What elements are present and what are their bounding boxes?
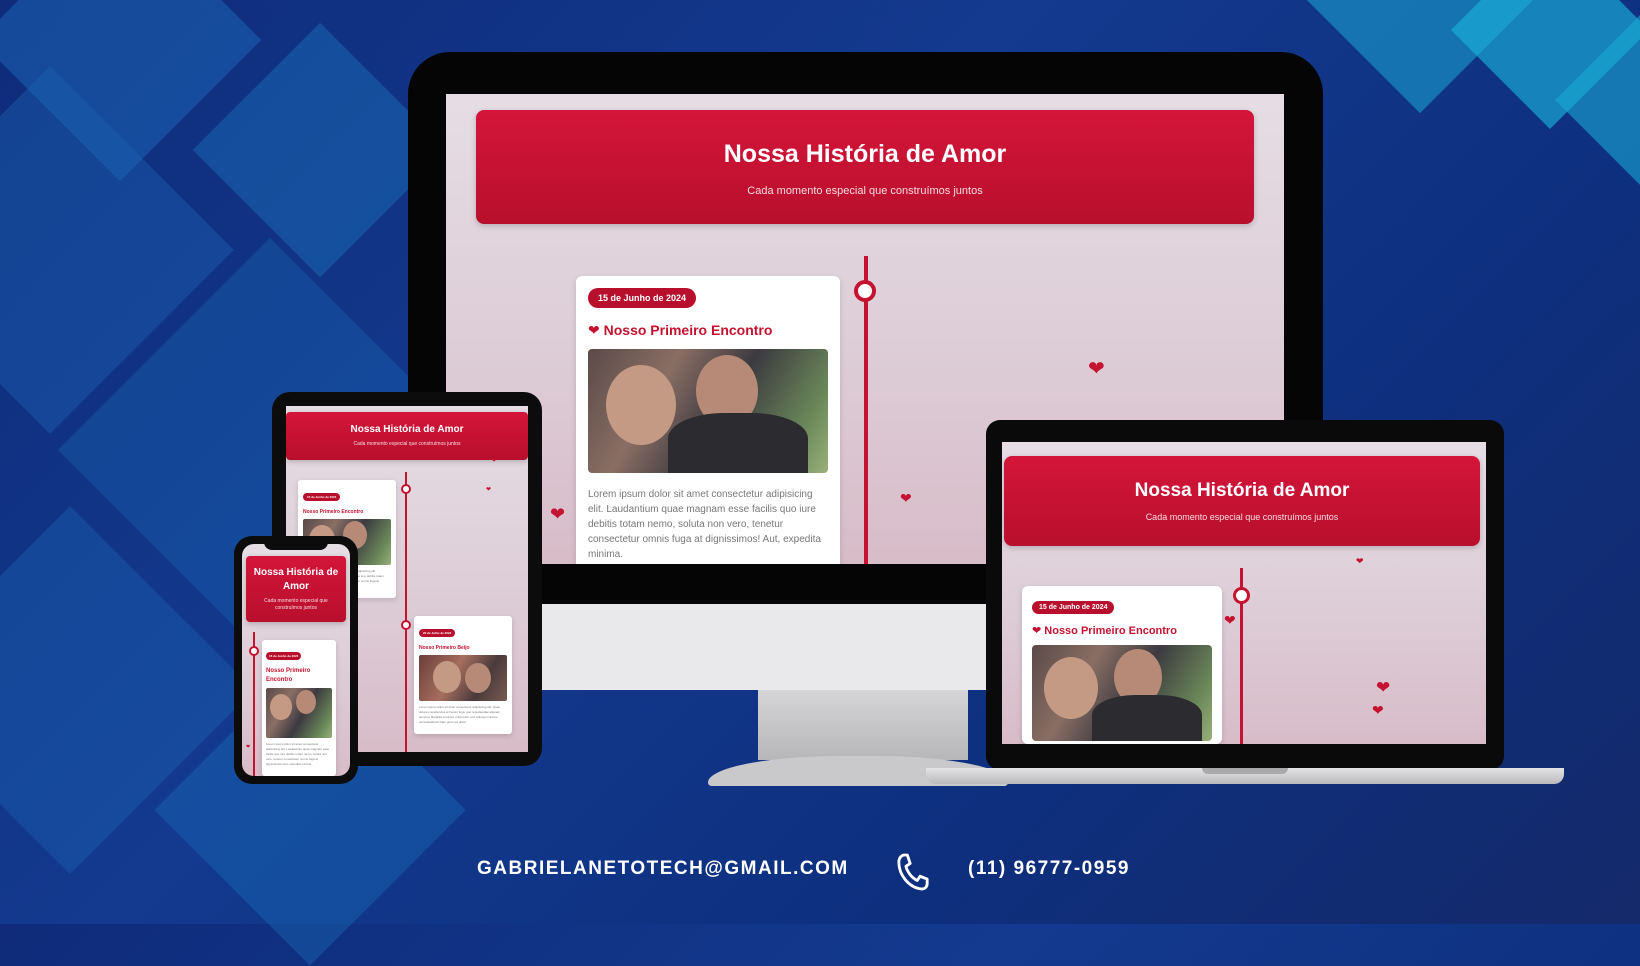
card-title: Nosso Primeiro Encontro <box>266 668 311 683</box>
site-title: Nossa História de Amor <box>723 140 1007 168</box>
card-text: Lorem ipsum dolor sit amet consectetur a… <box>266 742 330 766</box>
card-title: Nosso Primeiro Beijo <box>419 645 470 651</box>
card-date: 15 de Junho de 2024 <box>303 493 341 501</box>
smartphone: Nossa História de Amor Cada momento espe… <box>234 536 358 784</box>
monitor-stand <box>758 690 968 760</box>
phone-notch <box>264 540 328 550</box>
laptop: Nossa História de Amor Cada momento espe… <box>986 420 1504 770</box>
card-title-wrap: ❤ Nosso Primeiro Encontro <box>1032 624 1212 637</box>
heart-icon: ❤ <box>1376 678 1391 697</box>
heart-icon: ❤ <box>588 322 600 338</box>
card-title: Nosso Primeiro Encontro <box>1044 625 1177 637</box>
heart-icon: ❤ <box>1372 702 1384 718</box>
timeline-dot <box>401 484 411 494</box>
timeline-line <box>864 256 868 564</box>
photo-face <box>465 663 491 693</box>
contact-email[interactable]: GABRIELANETOTECH@GMAIL.COM <box>477 858 849 880</box>
timeline-card: 15 de Junho de 2024 Nosso Primeiro Encon… <box>262 640 336 776</box>
site-subtitle: Cada momento especial que construímos ju… <box>353 441 461 447</box>
site-header: Nossa História de Amor Cada momento espe… <box>1004 456 1480 546</box>
phone-screen: Nossa História de Amor Cada momento espe… <box>242 544 350 776</box>
heart-icon: ❤ <box>1356 556 1364 566</box>
timeline-dot <box>1233 587 1250 604</box>
couple-photo <box>266 688 332 738</box>
card-date: 15 de Junho de 2024 <box>588 288 697 308</box>
photo-face <box>1044 657 1098 719</box>
photo-shirt <box>1092 695 1202 741</box>
site-header: Nossa História de Amor Cada momento espe… <box>476 110 1254 224</box>
photo-shirt <box>668 413 808 473</box>
card-title: Nosso Primeiro Encontro <box>303 509 364 515</box>
heart-icon: ❤ <box>246 744 251 750</box>
heart-icon: ❤ <box>1088 358 1105 380</box>
card-date: 15 de Junho de 2024 <box>1032 601 1115 614</box>
laptop-notch <box>1202 768 1288 774</box>
heart-icon: ❤ <box>486 487 492 493</box>
site-subtitle: Cada momento especial que construímos ju… <box>264 598 328 611</box>
site-header: Nossa História de Amor Cada momento espe… <box>246 556 346 622</box>
card-title: Nosso Primeiro Encontro <box>603 322 773 338</box>
timeline-line <box>405 472 407 752</box>
timeline-card: 20 de Julho de 2024 Nosso Primeiro Beijo… <box>414 616 512 734</box>
photo-face <box>296 690 316 714</box>
site-header: Nossa História de Amor Cada momento espe… <box>286 412 528 460</box>
heart-icon: ❤ <box>1224 612 1236 628</box>
couple-photo <box>419 655 507 701</box>
timeline-dot <box>854 280 876 302</box>
photo-face <box>270 694 292 720</box>
phone-icon <box>897 853 929 891</box>
site-subtitle: Cada momento especial que construímos ju… <box>747 185 983 197</box>
heart-icon: ❤ <box>492 458 497 464</box>
site-title: Nossa História de Amor <box>1134 480 1350 501</box>
heart-icon: ❤ <box>550 504 566 524</box>
contact-phone[interactable]: (11) 96777-0959 <box>968 858 1130 880</box>
site-title: Nossa História de Amor <box>350 424 464 435</box>
card-text: Lorem ipsum dolor sit amet consectetur a… <box>419 705 501 724</box>
site-title: Nossa História de Amor <box>253 567 339 592</box>
couple-photo <box>1032 645 1212 741</box>
timeline-card: 15 de Junho de 2024 ❤ Nosso Primeiro Enc… <box>576 276 840 564</box>
photo-face <box>433 661 461 693</box>
laptop-screen: Nossa História de Amor Cada momento espe… <box>1002 442 1486 744</box>
card-date: 15 de Junho de 2024 <box>266 652 302 660</box>
heart-icon: ❤ <box>1032 625 1042 637</box>
card-date: 20 de Julho de 2024 <box>419 629 456 637</box>
photo-face <box>606 365 676 445</box>
timeline-card: 15 de Junho de 2024 ❤ Nosso Primeiro Enc… <box>1022 586 1222 744</box>
card-title-wrap: ❤ Nosso Primeiro Encontro <box>588 322 828 339</box>
timeline-dot <box>249 646 259 656</box>
couple-photo <box>588 349 828 473</box>
timeline-dot <box>401 620 411 630</box>
site-subtitle: Cada momento especial que construímos ju… <box>1145 512 1339 522</box>
heart-icon: ❤ <box>900 490 912 506</box>
card-text: Lorem ipsum dolor sit amet consectetur a… <box>588 489 821 560</box>
